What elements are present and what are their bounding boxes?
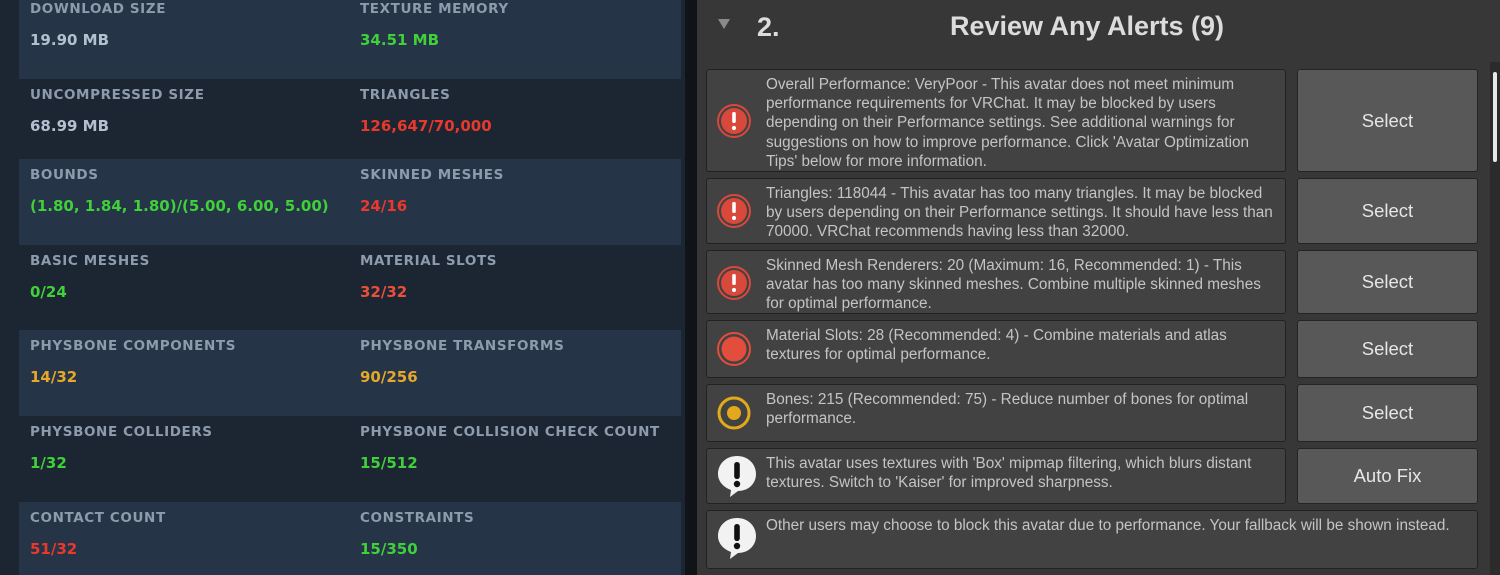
- auto-fix-button[interactable]: Auto Fix: [1297, 448, 1478, 504]
- error-icon: [716, 265, 752, 301]
- stat-label: UNCOMPRESSED SIZE: [30, 87, 205, 103]
- alert-message-box: Overall Performance: VeryPoor - This ava…: [706, 69, 1286, 172]
- stat-label: TRIANGLES: [360, 87, 451, 103]
- scrollbar-thumb[interactable]: [1493, 72, 1497, 162]
- section-number: 2.: [757, 12, 780, 42]
- error-icon: [716, 103, 752, 139]
- stat-cell: DOWNLOAD SIZE 19.90 MB: [30, 0, 350, 79]
- stat-cell: PHYSBONE COLLIDERS 1/32: [30, 416, 350, 502]
- stat-value: 34.51 MB: [360, 31, 440, 49]
- alert-message-box: Skinned Mesh Renderers: 20 (Maximum: 16,…: [706, 250, 1286, 314]
- stat-value: 68.99 MB: [30, 117, 110, 135]
- stat-cell: CONTACT COUNT 51/32: [30, 502, 350, 575]
- stat-label: BASIC MESHES: [30, 253, 150, 269]
- stat-cell: PHYSBONE COMPONENTS 14/32: [30, 330, 350, 416]
- poor-performance-icon: [716, 331, 752, 367]
- stat-label: SKINNED MESHES: [360, 167, 504, 183]
- stat-label: PHYSBONE COMPONENTS: [30, 338, 237, 354]
- error-icon: [716, 193, 752, 229]
- stat-cell: CONSTRAINTS 15/350: [360, 502, 680, 575]
- stat-value: 32/32: [360, 283, 408, 301]
- stat-cell: MATERIAL SLOTS 32/32: [360, 245, 680, 331]
- stat-value: 15/350: [360, 540, 418, 558]
- stat-value: 90/256: [360, 368, 418, 386]
- stat-cell: PHYSBONE TRANSFORMS 90/256: [360, 330, 680, 416]
- stats-row: PHYSBONE COLLIDERS 1/32 PHYSBONE COLLISION…: [19, 416, 681, 502]
- select-button[interactable]: Select: [1297, 320, 1478, 378]
- stat-label: PHYSBONE COLLIDERS: [30, 424, 213, 440]
- stats-row: PHYSBONE COMPONENTS 14/32 PHYSBONE TRANSFO…: [19, 330, 681, 416]
- info-bubble-icon: [716, 516, 756, 559]
- stats-row: UNCOMPRESSED SIZE 68.99 MB TRIANGLES 126,64…: [19, 79, 681, 165]
- alert-text: Overall Performance: VeryPoor - This ava…: [766, 76, 1250, 170]
- stat-label: TEXTURE MEMORY: [360, 1, 509, 17]
- select-button[interactable]: Select: [1297, 250, 1478, 314]
- stat-cell: UNCOMPRESSED SIZE 68.99 MB: [30, 79, 350, 165]
- stat-value: 51/32: [30, 540, 78, 558]
- section-title: Review Any Alerts (9): [949, 11, 1225, 41]
- stat-cell: SKINNED MESHES 24/16: [360, 159, 680, 245]
- stat-label: BOUNDS: [30, 167, 99, 183]
- info-bubble-icon: [716, 454, 756, 497]
- alert-message-box: Bones: 215 (Recommended: 75) - Reduce nu…: [706, 384, 1286, 442]
- stat-label: PHYSBONE TRANSFORMS: [360, 338, 565, 354]
- section-header[interactable]: 2. Review Any Alerts (9): [697, 0, 1500, 58]
- stats-row: BOUNDS (1.80, 1.84, 1.80)/(5.00, 6.00, 5.…: [19, 159, 681, 245]
- stat-value: 0/24: [30, 283, 67, 301]
- alert-text: This avatar uses textures with 'Box' mip…: [766, 455, 1252, 492]
- stat-cell: TEXTURE MEMORY 34.51 MB: [360, 0, 680, 79]
- select-button[interactable]: Select: [1297, 384, 1478, 442]
- alert-text: Triangles: 118044 - This avatar has too …: [766, 185, 1273, 241]
- stats-row: BASIC MESHES 0/24 MATERIAL SLOTS 32/32: [19, 245, 681, 331]
- scrollbar[interactable]: [1490, 62, 1500, 575]
- stat-value: (1.80, 1.84, 1.80)/(5.00, 6.00, 5.00): [30, 197, 329, 215]
- alert-message-box: Material Slots: 28 (Recommended: 4) - Co…: [706, 320, 1286, 378]
- stat-value: 14/32: [30, 368, 78, 386]
- stat-cell: PHYSBONE COLLISION CHECK COUNT 15/512: [360, 416, 680, 502]
- select-button[interactable]: Select: [1297, 178, 1478, 244]
- stat-value: 126,647/70,000: [360, 117, 492, 135]
- alert-text: Bones: 215 (Recommended: 75) - Reduce nu…: [766, 391, 1249, 428]
- alert-message-box: Triangles: 118044 - This avatar has too …: [706, 178, 1286, 244]
- alert-text: Skinned Mesh Renderers: 20 (Maximum: 16,…: [766, 257, 1261, 313]
- stat-value: 19.90 MB: [30, 31, 110, 49]
- stat-label: PHYSBONE COLLISION CHECK COUNT: [360, 424, 660, 440]
- stats-row: CONTACT COUNT 51/32 CONSTRAINTS 15/350: [19, 502, 681, 575]
- alert-message-box: Other users may choose to block this ava…: [706, 510, 1478, 569]
- alert-text: Material Slots: 28 (Recommended: 4) - Co…: [766, 327, 1227, 364]
- stat-label: MATERIAL SLOTS: [360, 253, 498, 269]
- alert-text: Other users may choose to block this ava…: [766, 517, 1450, 534]
- select-button[interactable]: Select: [1297, 69, 1478, 172]
- stat-cell: BOUNDS (1.80, 1.84, 1.80)/(5.00, 6.00, 5.…: [30, 159, 350, 245]
- medium-performance-icon: [716, 395, 752, 431]
- review-alerts-panel: 2. Review Any Alerts (9) Overall Perform…: [697, 0, 1500, 575]
- foldout-arrow-icon[interactable]: [718, 19, 730, 29]
- stat-value: 1/32: [30, 454, 67, 472]
- stat-label: CONSTRAINTS: [360, 510, 475, 526]
- performance-stats-panel: DOWNLOAD SIZE 19.90 MB TEXTURE MEMORY 34.51…: [0, 0, 685, 575]
- stat-label: DOWNLOAD SIZE: [30, 1, 167, 17]
- stat-cell: TRIANGLES 126,647/70,000: [360, 79, 680, 165]
- stat-cell: BASIC MESHES 0/24: [30, 245, 350, 331]
- stat-value: 24/16: [360, 197, 408, 215]
- alert-message-box: This avatar uses textures with 'Box' mip…: [706, 448, 1286, 504]
- stat-value: 15/512: [360, 454, 418, 472]
- stats-row: DOWNLOAD SIZE 19.90 MB TEXTURE MEMORY 34.51…: [19, 0, 681, 79]
- stat-label: CONTACT COUNT: [30, 510, 166, 526]
